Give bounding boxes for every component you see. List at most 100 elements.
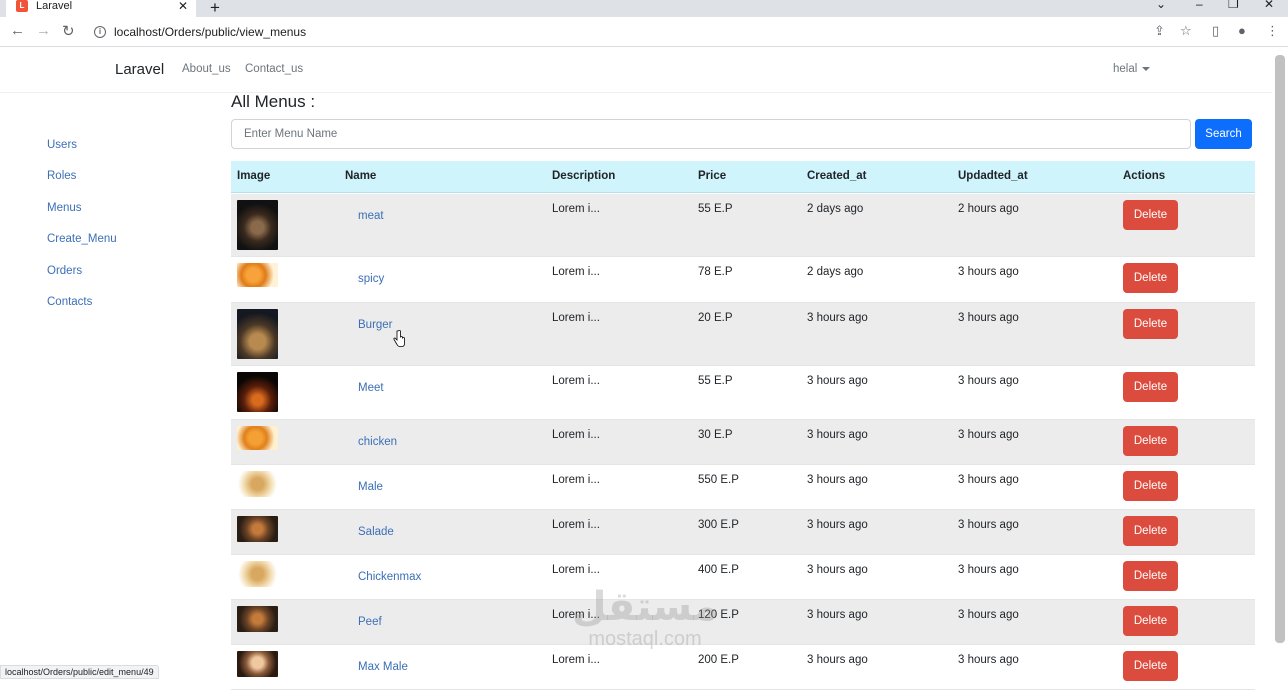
page-title: All Menus : <box>231 92 316 111</box>
created-at-cell: 3 hours ago <box>807 564 868 576</box>
description-cell: Lorem i... <box>552 375 600 387</box>
description-cell: Lorem i... <box>552 564 600 576</box>
browser-menu-icon[interactable]: ⋮ <box>1266 23 1279 39</box>
search-button[interactable]: Search <box>1195 119 1252 149</box>
restore-icon[interactable]: ❐ <box>1228 0 1239 11</box>
price-cell: 550 E.P <box>698 474 739 486</box>
browser-tab-bar: L Laravel ✕ + ⌄ – ❐ ✕ <box>0 0 1288 17</box>
menu-name-link[interactable]: Peef <box>358 616 382 628</box>
description-cell: Lorem i... <box>552 654 600 666</box>
updated-at-cell: 3 hours ago <box>958 429 1019 441</box>
updated-at-cell: 3 hours ago <box>958 564 1019 576</box>
column-header-description: Description <box>552 170 616 182</box>
forward-icon[interactable]: → <box>36 22 51 39</box>
created-at-cell: 3 hours ago <box>807 474 868 486</box>
menu-name-link[interactable]: chicken <box>358 436 397 448</box>
delete-button[interactable]: Delete <box>1123 606 1178 636</box>
nav-contact-link[interactable]: Contact_us <box>245 63 303 75</box>
menu-name-link[interactable]: Burger <box>358 319 393 331</box>
delete-button[interactable]: Delete <box>1123 309 1178 339</box>
menu-name-link[interactable]: Max Male <box>358 661 408 673</box>
new-tab-button[interactable]: + <box>210 0 220 18</box>
menu-name-link[interactable]: meat <box>358 210 384 222</box>
user-dropdown[interactable]: helal <box>1113 63 1151 75</box>
price-cell: 20 E.P <box>698 312 733 324</box>
updated-at-cell: 2 hours ago <box>958 203 1019 215</box>
description-cell: Lorem i... <box>552 429 600 441</box>
price-cell: 55 E.P <box>698 203 733 215</box>
table-row: Chickenmax Lorem i... 400 E.P 3 hours ago 3 … <box>231 555 1255 600</box>
sidebar-item-orders[interactable]: Orders <box>47 265 82 277</box>
page-scrollbar[interactable] <box>1275 55 1285 643</box>
delete-button[interactable]: Delete <box>1123 200 1178 230</box>
updated-at-cell: 3 hours ago <box>958 474 1019 486</box>
brand-link[interactable]: Laravel <box>115 61 164 78</box>
delete-button[interactable]: Delete <box>1123 651 1178 681</box>
delete-button[interactable]: Delete <box>1123 426 1178 456</box>
browser-toolbar: ← → ↻ i localhost/Orders/public/view_men… <box>0 17 1288 47</box>
sidebar-item-create-menu[interactable]: Create_Menu <box>47 233 117 245</box>
menu-name-link[interactable]: Male <box>358 481 383 493</box>
window-close-icon[interactable]: ✕ <box>1264 0 1274 11</box>
menu-name-link[interactable]: spicy <box>358 273 384 285</box>
user-name: helal <box>1113 63 1138 75</box>
share-icon[interactable]: ⇪ <box>1154 23 1165 39</box>
bookmark-star-icon[interactable]: ☆ <box>1180 23 1192 39</box>
burger-photo <box>237 309 278 359</box>
updated-at-cell: 3 hours ago <box>958 375 1019 387</box>
description-cell: Lorem i... <box>552 203 600 215</box>
nav-about-link[interactable]: About_us <box>182 63 231 75</box>
description-cell: Lorem i... <box>552 474 600 486</box>
column-header-updated: Updadted_at <box>958 170 1028 182</box>
created-at-cell: 2 days ago <box>807 203 864 215</box>
sidebar-item-contacts[interactable]: Contacts <box>47 296 92 308</box>
updated-at-cell: 3 hours ago <box>958 654 1019 666</box>
minimize-icon[interactable]: – <box>1196 0 1203 11</box>
updated-at-cell: 3 hours ago <box>958 609 1019 621</box>
table-row: spicy Lorem i... 78 E.P 2 days ago 3 hours a… <box>231 257 1255 303</box>
menu-name-link[interactable]: Meet <box>358 382 384 394</box>
column-header-actions: Actions <box>1123 170 1166 182</box>
menu-search-input[interactable] <box>231 119 1191 149</box>
back-icon[interactable]: ← <box>10 22 25 39</box>
menu-name-link[interactable]: Salade <box>358 526 394 538</box>
price-cell: 200 E.P <box>698 654 739 666</box>
side-panel-icon[interactable]: ▯ <box>1212 23 1219 39</box>
sidebar-item-users[interactable]: Users <box>47 139 77 151</box>
updated-at-cell: 3 hours ago <box>958 519 1019 531</box>
table-row: Max Male Lorem i... 200 E.P 3 hours ago 3 ho… <box>231 645 1255 690</box>
price-cell: 55 E.P <box>698 375 733 387</box>
url-text[interactable]: localhost/Orders/public/view_menus <box>114 25 306 39</box>
reload-icon[interactable]: ↻ <box>62 22 75 40</box>
table-row: Salade Lorem i... 300 E.P 3 hours ago 3 hour… <box>231 510 1255 555</box>
male-photo <box>237 471 278 497</box>
site-info-icon[interactable]: i <box>94 26 106 38</box>
delete-button[interactable]: Delete <box>1123 561 1178 591</box>
delete-button[interactable]: Delete <box>1123 516 1178 546</box>
tab-search-icon[interactable]: ⌄ <box>1156 0 1166 11</box>
address-bar[interactable]: i localhost/Orders/public/view_menus <box>86 20 1146 44</box>
sidebar-item-menus[interactable]: Menus <box>47 202 82 214</box>
status-bar-url: localhost/Orders/public/edit_menu/49 <box>0 665 159 679</box>
table-row: meat Lorem i... 55 E.P 2 days ago 2 hours ag… <box>231 194 1255 257</box>
description-cell: Lorem i... <box>552 519 600 531</box>
price-cell: 78 E.P <box>698 266 733 278</box>
menu-name-link[interactable]: Chickenmax <box>358 571 421 583</box>
app-navbar: Laravel About_us Contact_us helal <box>0 47 1272 93</box>
price-cell: 400 E.P <box>698 564 739 576</box>
spicy-photo <box>237 263 278 287</box>
meat-photo <box>237 200 278 250</box>
delete-button[interactable]: Delete <box>1123 372 1178 402</box>
description-cell: Lorem i... <box>552 266 600 278</box>
peef-photo <box>237 606 278 632</box>
column-header-image: Image <box>237 170 271 182</box>
delete-button[interactable]: Delete <box>1123 471 1178 501</box>
salade-photo <box>237 516 278 542</box>
tab-close-icon[interactable]: ✕ <box>178 0 188 13</box>
sidebar-item-roles[interactable]: Roles <box>47 170 76 182</box>
delete-button[interactable]: Delete <box>1123 263 1178 293</box>
browser-tab[interactable]: L Laravel ✕ <box>6 0 196 17</box>
profile-icon[interactable]: ● <box>1238 23 1246 38</box>
price-cell: 30 E.P <box>698 429 733 441</box>
laravel-favicon-icon: L <box>16 0 28 12</box>
